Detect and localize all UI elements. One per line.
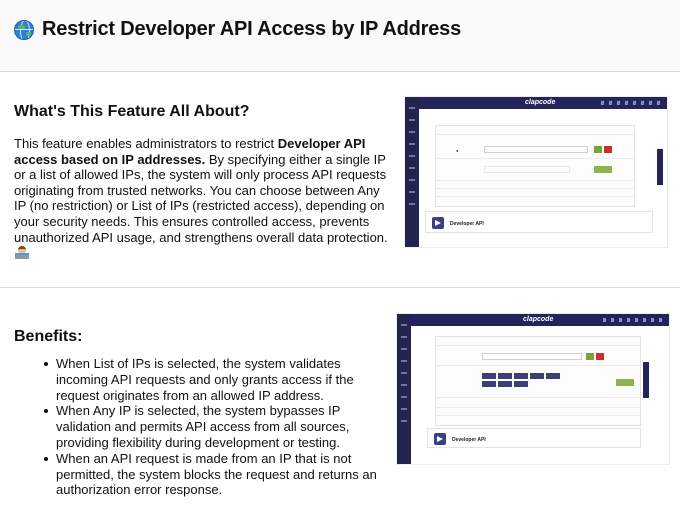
section-divider: [0, 287, 680, 288]
benefits-list: When List of IPs is selected, the system…: [42, 356, 390, 498]
list-item: When Any IP is selected, the system bypa…: [42, 403, 390, 450]
section-title-feature: What's This Feature All About?: [14, 103, 250, 120]
section-title-benefits: Benefits:: [14, 328, 83, 345]
list-item: When an API request is made from an IP t…: [42, 451, 390, 498]
screenshot-footer-label: Developer API: [452, 437, 486, 443]
screenshot-footer-label: Developer API: [450, 221, 484, 227]
developer-api-icon: [432, 217, 444, 229]
page-title: Restrict Developer API Access by IP Addr…: [42, 18, 461, 40]
globe-icon: [14, 20, 34, 40]
page-header: Restrict Developer API Access by IP Addr…: [0, 0, 680, 72]
feature-description-lead: This feature enables administrators to r…: [14, 136, 278, 151]
developer-api-icon: [434, 433, 446, 445]
feature-screenshot-any-ip: clapcode ● Developer API: [404, 96, 668, 248]
list-item: When List of IPs is selected, the system…: [42, 356, 390, 403]
screenshot-brand: clapcode: [523, 316, 554, 323]
feature-screenshot-ip-list: clapcode Developer API: [396, 313, 670, 465]
technologist-emoji-icon: [15, 246, 29, 260]
feature-description: This feature enables administrators to r…: [14, 136, 390, 261]
screenshot-brand: clapcode: [525, 99, 556, 106]
